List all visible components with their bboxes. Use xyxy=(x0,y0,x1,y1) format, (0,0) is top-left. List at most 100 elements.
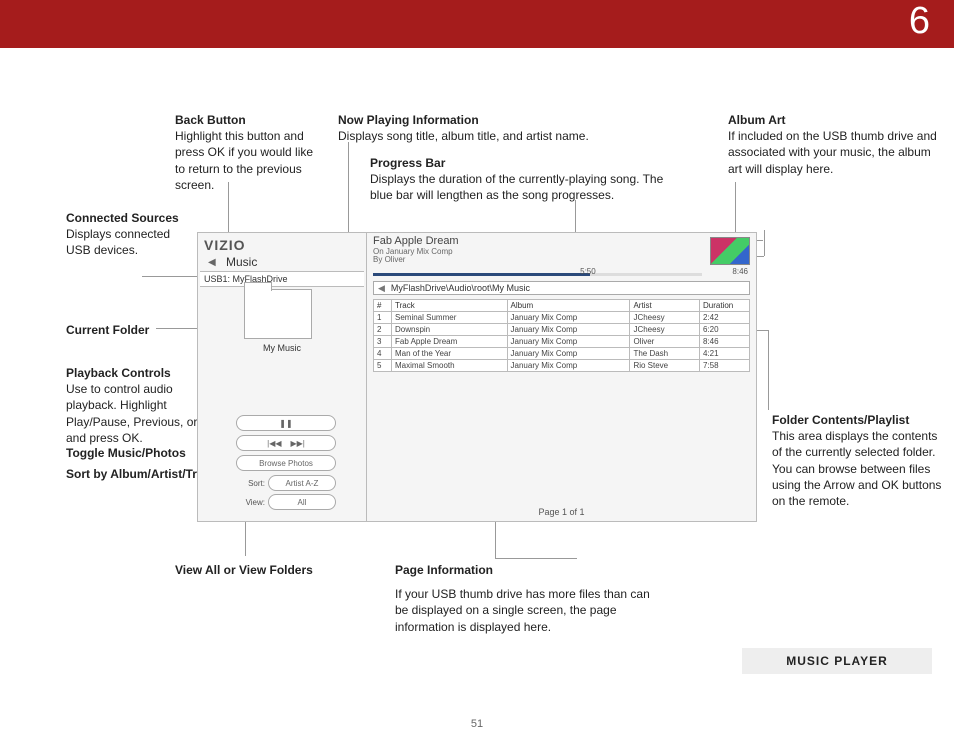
progress-fill xyxy=(373,273,590,276)
callout-progress-bar: Progress Bar Displays the duration of th… xyxy=(370,155,670,204)
callout-body: This area displays the contents of the c… xyxy=(772,429,941,508)
callout-body: Displays the duration of the currently-p… xyxy=(370,172,663,202)
section-label: MUSIC PLAYER xyxy=(742,648,932,674)
cell-n: 5 xyxy=(374,360,392,372)
cell-album: January Mix Comp xyxy=(507,348,630,360)
callout-view-all: View All or View Folders xyxy=(175,562,315,578)
chapter-number: 6 xyxy=(909,0,930,43)
cell-artist: Oliver xyxy=(630,336,700,348)
elapsed-time: 5:50 xyxy=(580,267,596,276)
sort-label: Sort: xyxy=(236,479,268,488)
col-album: Album xyxy=(507,300,630,312)
table-row[interactable]: 3Fab Apple DreamJanuary Mix CompOliver8:… xyxy=(374,336,750,348)
callout-title: Connected Sources xyxy=(66,210,186,226)
leader-line xyxy=(348,142,349,242)
col-artist: Artist xyxy=(630,300,700,312)
sort-selector[interactable]: Artist A-Z xyxy=(268,475,336,491)
breadcrumb[interactable]: ◀ MyFlashDrive\Audio\root\My Music xyxy=(373,281,750,295)
chapter-header-bar: 6 xyxy=(0,0,954,48)
breadcrumb-back-icon[interactable]: ◀ xyxy=(378,283,385,294)
cell-track: Maximal Smooth xyxy=(392,360,508,372)
page-number: 51 xyxy=(0,718,954,730)
cell-album: January Mix Comp xyxy=(507,324,630,336)
player-left-panel: VIZIO ◀ Music USB1: MyFlashDrive My Musi… xyxy=(198,233,366,521)
cell-dur: 2:42 xyxy=(700,312,750,324)
view-selector[interactable]: All xyxy=(268,494,336,510)
cell-album: January Mix Comp xyxy=(507,360,630,372)
cell-dur: 6:20 xyxy=(700,324,750,336)
callout-title: Folder Contents/Playlist xyxy=(772,412,942,428)
cell-track: Downspin xyxy=(392,324,508,336)
cell-n: 1 xyxy=(374,312,392,324)
breadcrumb-path: MyFlashDrive\Audio\root\My Music xyxy=(391,283,530,293)
leader-line xyxy=(495,522,496,558)
leader-line xyxy=(768,330,769,410)
callout-body: Displays connected USB devices. xyxy=(66,227,170,257)
leader-line xyxy=(142,276,198,277)
table-row[interactable]: 1Seminal SummerJanuary Mix CompJCheesy2:… xyxy=(374,312,750,324)
now-playing-title: Fab Apple Dream xyxy=(373,235,459,247)
brand-logo: VIZIO xyxy=(204,237,246,253)
leader-line xyxy=(495,558,577,559)
table-row[interactable]: 4Man of the YearJanuary Mix CompThe Dash… xyxy=(374,348,750,360)
total-time: 8:46 xyxy=(732,267,748,276)
app-title: Music xyxy=(226,255,257,269)
cell-album: January Mix Comp xyxy=(507,336,630,348)
cell-artist: JCheesy xyxy=(630,324,700,336)
cell-track: Seminal Summer xyxy=(392,312,508,324)
callout-title: Progress Bar xyxy=(370,155,670,171)
callout-body: Highlight this button and press OK if yo… xyxy=(175,129,313,192)
music-player-screen: VIZIO ◀ Music USB1: MyFlashDrive My Musi… xyxy=(197,232,757,522)
callout-title: View All or View Folders xyxy=(175,562,315,578)
controls-group: ❚❚ |◀◀ ▶▶| Browse Photos Sort: Artist A-… xyxy=(236,415,336,513)
cell-n: 2 xyxy=(374,324,392,336)
callout-page-information: Page Information If your USB thumb drive… xyxy=(395,562,655,635)
callout-body: Displays song title, album title, and ar… xyxy=(338,129,589,143)
cell-dur: 4:21 xyxy=(700,348,750,360)
cell-dur: 8:46 xyxy=(700,336,750,348)
cell-artist: JCheesy xyxy=(630,312,700,324)
album-art-thumbnail xyxy=(710,237,750,265)
table-row[interactable]: 5Maximal SmoothJanuary Mix CompRio Steve… xyxy=(374,360,750,372)
callout-now-playing: Now Playing Information Displays song ti… xyxy=(338,112,668,144)
callout-title: Now Playing Information xyxy=(338,112,668,128)
page-info: Page 1 of 1 xyxy=(367,507,756,517)
callout-album-art: Album Art If included on the USB thumb d… xyxy=(728,112,938,177)
callout-body: If your USB thumb drive has more files t… xyxy=(395,587,650,633)
player-right-panel: Fab Apple Dream On January Mix Comp By O… xyxy=(366,233,756,521)
callout-back-button: Back Button Highlight this button and pr… xyxy=(175,112,325,193)
artist-name: Oliver xyxy=(385,255,406,264)
callout-connected-sources: Connected Sources Displays connected USB… xyxy=(66,210,186,259)
current-folder-name: My Music xyxy=(198,343,366,353)
play-pause-button[interactable]: ❚❚ xyxy=(236,415,336,431)
col-track: Track xyxy=(392,300,508,312)
view-label: View: xyxy=(236,498,268,507)
callout-current-folder: Current Folder xyxy=(66,322,186,338)
callout-folder-contents: Folder Contents/Playlist This area displ… xyxy=(772,412,942,509)
cell-n: 4 xyxy=(374,348,392,360)
browse-photos-button[interactable]: Browse Photos xyxy=(236,455,336,471)
table-header-row: # Track Album Artist Duration xyxy=(374,300,750,312)
cell-artist: The Dash xyxy=(630,348,700,360)
leader-line xyxy=(764,230,765,256)
callout-title: Back Button xyxy=(175,112,325,128)
prev-next-buttons[interactable]: |◀◀ ▶▶| xyxy=(236,435,336,451)
col-num: # xyxy=(374,300,392,312)
cell-n: 3 xyxy=(374,336,392,348)
folder-icon[interactable] xyxy=(244,289,312,339)
back-icon[interactable]: ◀ xyxy=(208,257,216,268)
by-prefix: By xyxy=(373,255,382,264)
connected-source-item[interactable]: USB1: MyFlashDrive xyxy=(200,271,364,287)
table-row[interactable]: 2DownspinJanuary Mix CompJCheesy6:20 xyxy=(374,324,750,336)
now-playing-artist: By Oliver xyxy=(373,255,405,264)
cell-dur: 7:58 xyxy=(700,360,750,372)
col-duration: Duration xyxy=(700,300,750,312)
cell-track: Fab Apple Dream xyxy=(392,336,508,348)
callout-title: Page Information xyxy=(395,562,655,578)
callout-title: Current Folder xyxy=(66,322,186,338)
callout-title: Album Art xyxy=(728,112,938,128)
progress-bar[interactable]: 5:50 xyxy=(373,269,702,279)
track-table: # Track Album Artist Duration 1Seminal S… xyxy=(373,299,750,372)
cell-album: January Mix Comp xyxy=(507,312,630,324)
callout-body: If included on the USB thumb drive and a… xyxy=(728,129,937,175)
